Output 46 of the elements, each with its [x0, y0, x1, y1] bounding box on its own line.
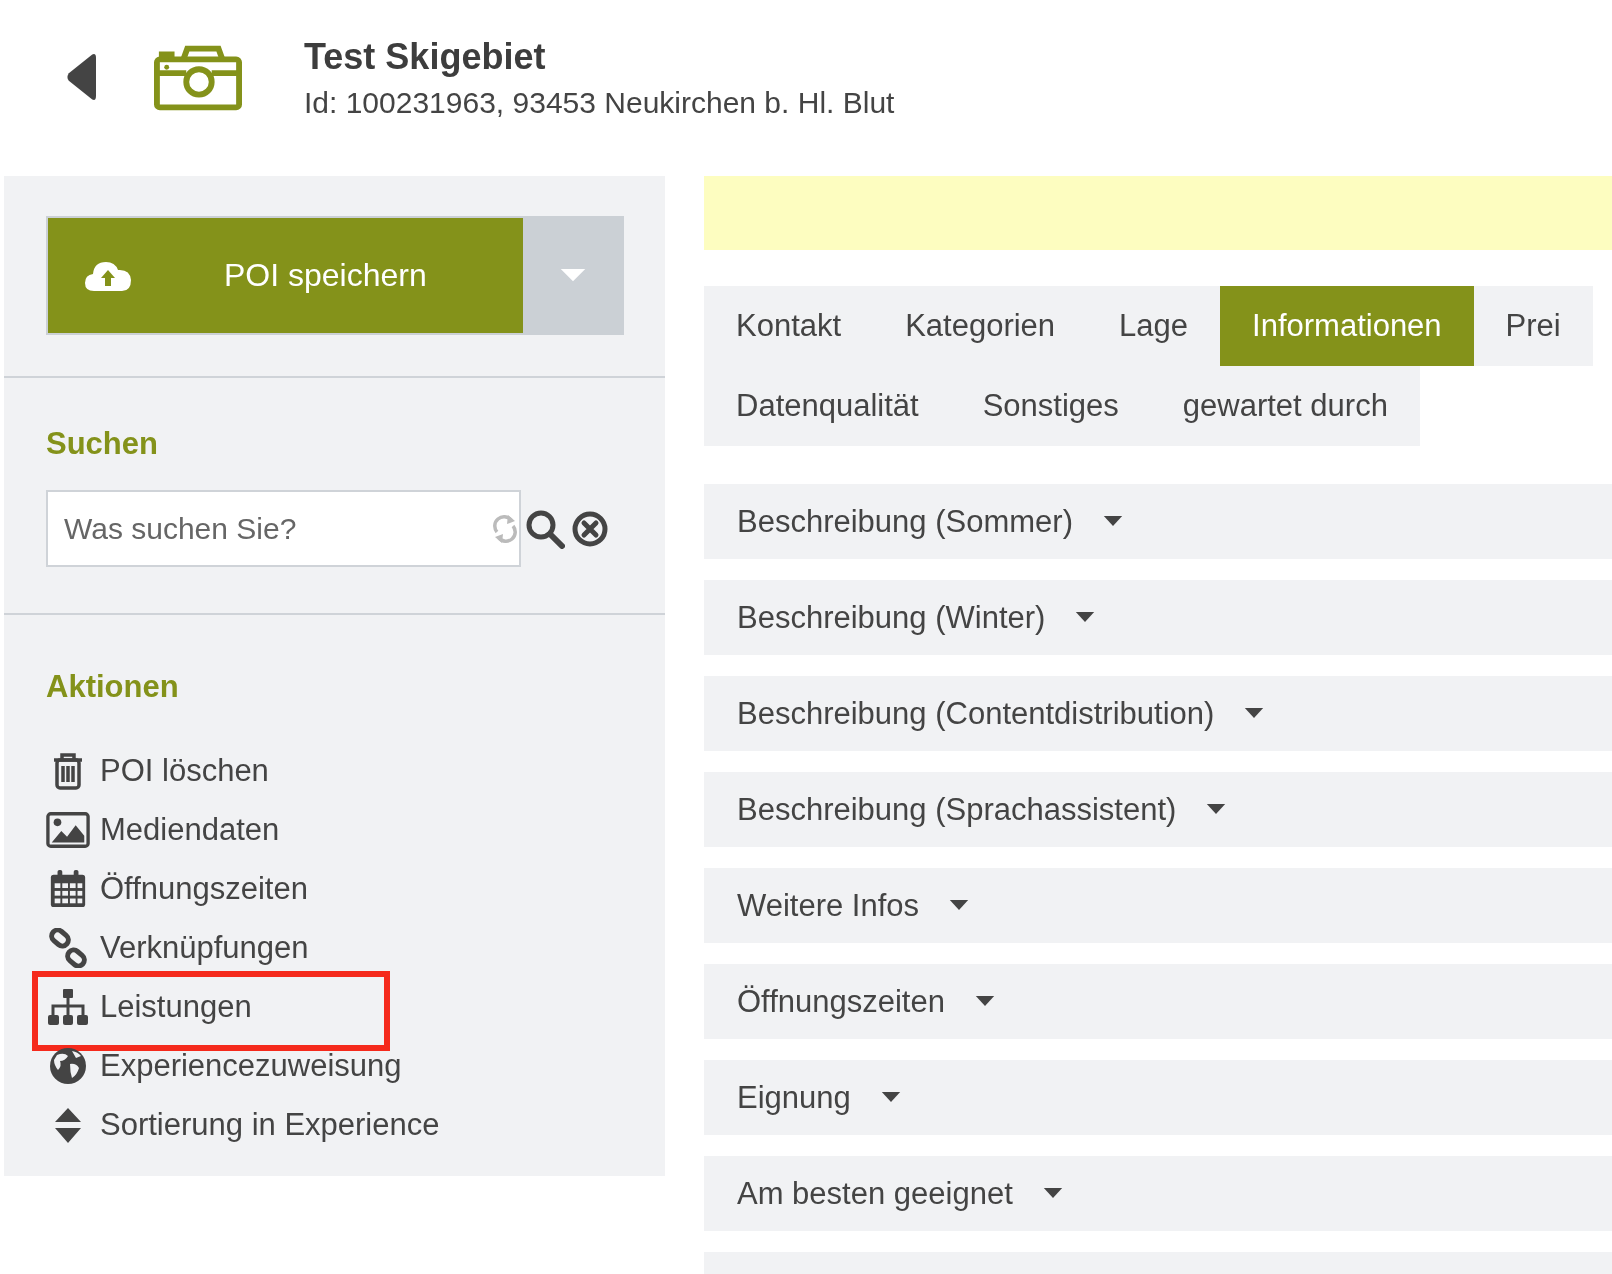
collapsible-section[interactable]: Eignung: [704, 1060, 1612, 1135]
action-link[interactable]: Sortierung in Experience: [100, 1106, 440, 1143]
action-link[interactable]: Leistungen: [100, 988, 252, 1025]
collapsible-section[interactable]: Am besten geeignet: [704, 1156, 1612, 1231]
cloud-upload-icon: [84, 259, 132, 292]
caret-icon: [1206, 804, 1227, 815]
search-heading: Suchen: [46, 426, 159, 462]
refresh-icon: [493, 514, 517, 544]
caret-icon: [1244, 708, 1265, 719]
clear-icon[interactable]: [572, 510, 608, 547]
caret-icon: [949, 900, 970, 911]
action-link[interactable]: Experiencezuweisung: [100, 1047, 402, 1084]
dropdown-toggle[interactable]: [523, 218, 622, 333]
caret-icon: [1042, 1188, 1063, 1199]
poi-subtitle: Id: 100231963, 93453 Neukirchen b. Hl. Blut: [304, 86, 895, 120]
sitemap-icon: [46, 986, 90, 1027]
collapsible-section[interactable]: Beschreibung (Sommer): [704, 484, 1612, 559]
action-link[interactable]: Öffnungszeiten: [100, 870, 308, 907]
caret-icon: [974, 996, 995, 1007]
caret-icon: [1075, 612, 1096, 623]
tab[interactable]: Prei: [1473, 286, 1593, 366]
caret-icon: [880, 1092, 901, 1103]
search-icon[interactable]: [525, 508, 565, 549]
chain-link-icon: [46, 927, 90, 968]
image-icon: [46, 809, 90, 850]
collapsible-section[interactable]: Öffnungszeiten: [704, 964, 1612, 1039]
caret-icon: [1102, 516, 1123, 527]
action-link[interactable]: POI löschen: [100, 752, 269, 789]
back-arrow-icon[interactable]: [66, 52, 96, 102]
tab[interactable]: Kategorien: [873, 286, 1088, 366]
collapsible-section[interactable]: Beschreibung (Winter): [704, 580, 1612, 655]
tab[interactable]: Lage: [1087, 286, 1221, 366]
caret-icon: [558, 268, 587, 283]
collapsible-section[interactable]: Beschreibung (Sprachassistent): [704, 772, 1612, 847]
camera-icon: [154, 45, 242, 111]
tab[interactable]: Sonstiges: [950, 366, 1151, 446]
search-field[interactable]: Was suchen Sie?: [46, 490, 521, 567]
tab[interactable]: Kontakt: [704, 286, 874, 366]
collapsible-section[interactable]: Weitere Infos: [704, 868, 1612, 943]
tab[interactable]: Datenqualität: [704, 366, 951, 446]
action-link[interactable]: Verknüpfungen: [100, 929, 309, 966]
collapsible-section[interactable]: Beschreibung (Contentdistribution): [704, 676, 1612, 751]
tab[interactable]: gewartet durch: [1150, 366, 1420, 446]
poi-title: Test Skigebiet: [304, 36, 547, 78]
actions-heading: Aktionen: [46, 669, 180, 705]
action-link[interactable]: Mediendaten: [100, 811, 280, 848]
